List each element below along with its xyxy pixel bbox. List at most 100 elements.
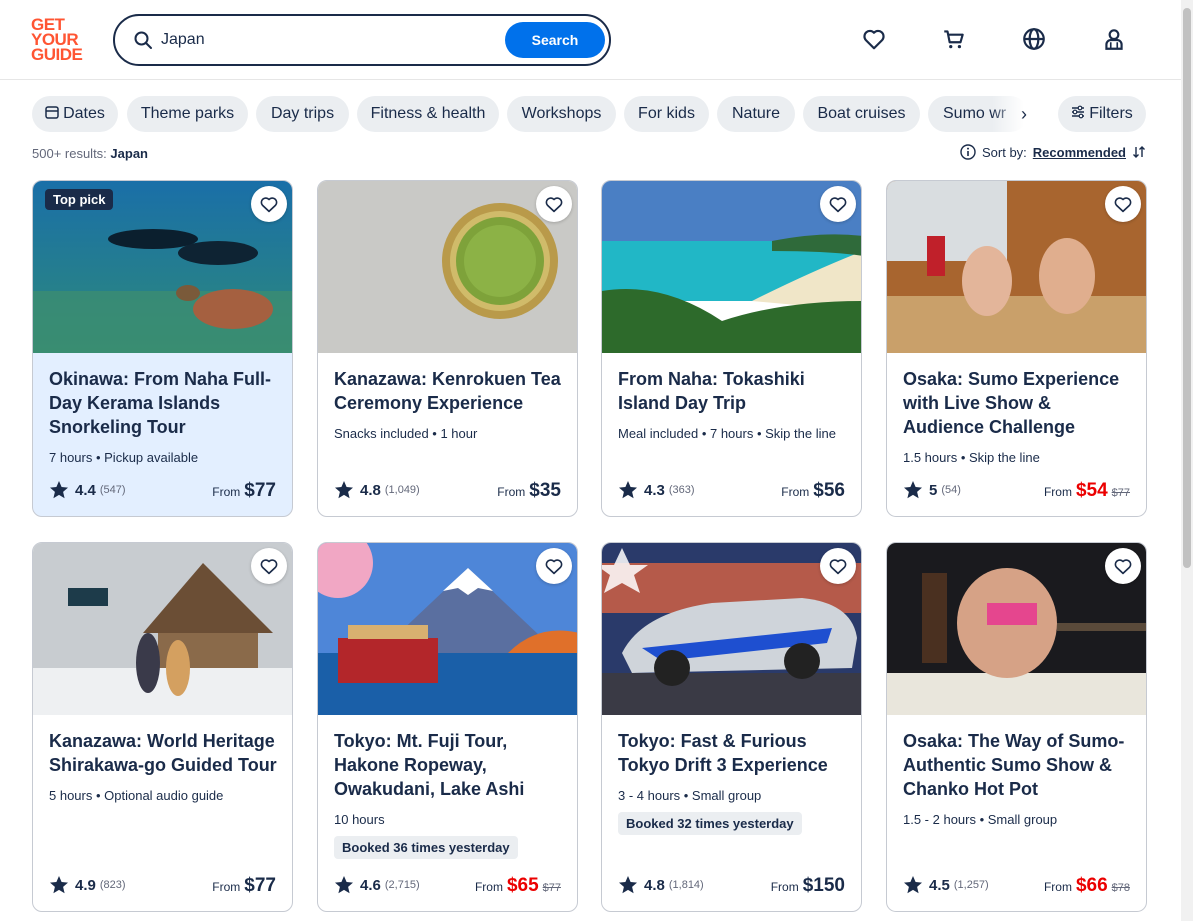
- activity-title[interactable]: Tokyo: Mt. Fuji Tour, Hakone Ropeway, Ow…: [334, 729, 564, 801]
- chip-label: Fitness & health: [370, 105, 486, 122]
- activity-card[interactable]: From Naha: Tokashiki Island Day Trip Mea…: [601, 180, 862, 517]
- star-icon: [904, 481, 922, 499]
- price-amount: $66: [1075, 875, 1108, 896]
- chip-label: Nature: [731, 105, 781, 122]
- filters-button[interactable]: Filters: [1058, 96, 1146, 132]
- price-amount: $56: [813, 480, 845, 501]
- review-count: (363): [668, 484, 695, 496]
- activity-card[interactable]: Top pick Okinawa: From Naha Full-Day Ker…: [32, 180, 293, 517]
- original-price: $77: [542, 882, 561, 894]
- activity-price: From $150: [771, 875, 845, 897]
- price-from: From: [1043, 880, 1072, 894]
- heart-icon[interactable]: [861, 26, 887, 52]
- booked-badge: Booked 36 times yesterday: [334, 836, 518, 859]
- heart-icon: [1114, 197, 1132, 213]
- activity-meta: Snacks included • 1 hour: [334, 426, 478, 441]
- chip-label: Theme parks: [140, 105, 235, 122]
- rating-score: 4.3: [644, 481, 665, 499]
- chevron-right-icon[interactable]: ›: [1012, 96, 1036, 132]
- activity-title[interactable]: Kanazawa: Kenrokuen Tea Ceremony Experie…: [334, 367, 564, 415]
- review-count: (1,049): [384, 484, 420, 496]
- activity-title[interactable]: From Naha: Tokashiki Island Day Trip: [618, 367, 848, 415]
- sort-label: Sort by:: [982, 144, 1027, 160]
- chip-theme-parks[interactable]: Theme parks: [127, 96, 248, 132]
- chip-day-trips[interactable]: Day trips: [256, 96, 349, 132]
- booked-badge: Booked 32 times yesterday: [618, 812, 802, 835]
- wishlist-button[interactable]: [820, 548, 856, 584]
- rating-score: 4.5: [929, 876, 950, 894]
- activity-price: From $77: [212, 480, 276, 502]
- original-price: $77: [1111, 487, 1130, 499]
- sort-arrows-icon[interactable]: [1132, 145, 1146, 159]
- activity-price: From $56: [781, 480, 845, 502]
- search-bar: Search: [113, 14, 611, 66]
- activity-title[interactable]: Okinawa: From Naha Full-Day Kerama Islan…: [49, 367, 279, 439]
- review-count: (2,715): [384, 879, 420, 891]
- chip-nature[interactable]: Nature: [717, 96, 795, 132]
- wishlist-button[interactable]: [251, 186, 287, 222]
- star-icon: [50, 481, 68, 499]
- activity-meta: 3 - 4 hours • Small group: [618, 788, 762, 803]
- chip-label: Workshops: [521, 105, 602, 122]
- activity-card[interactable]: Tokyo: Mt. Fuji Tour, Hakone Ropeway, Ow…: [317, 542, 578, 912]
- wishlist-button[interactable]: [820, 186, 856, 222]
- activity-rating: 4.4 (547): [49, 480, 126, 500]
- wishlist-button[interactable]: [1105, 548, 1141, 584]
- heart-icon: [260, 559, 278, 575]
- search-icon: [134, 31, 152, 49]
- rating-score: 4.6: [360, 876, 381, 894]
- top-pick-badge: Top pick: [45, 189, 114, 210]
- wishlist-button[interactable]: [536, 186, 572, 222]
- activity-rating: 4.8 (1,814): [618, 875, 704, 895]
- rating-score: 4.9: [75, 876, 96, 894]
- chip-fitness-health[interactable]: Fitness & health: [357, 96, 499, 132]
- chip-for-kids[interactable]: For kids: [624, 96, 709, 132]
- heart-icon: [545, 559, 563, 575]
- star-icon: [335, 481, 353, 499]
- activity-title[interactable]: Tokyo: Fast & Furious Tokyo Drift 3 Expe…: [618, 729, 848, 777]
- sort-value[interactable]: Recommended: [1033, 145, 1126, 160]
- star-icon: [619, 481, 637, 499]
- price-amount: $77: [244, 875, 276, 896]
- results-query: Japan: [110, 146, 148, 161]
- rating-score: 4.8: [360, 481, 381, 499]
- activity-title[interactable]: Osaka: The Way of Sumo-Authentic Sumo Sh…: [903, 729, 1133, 801]
- chip-boat-cruises[interactable]: Boat cruises: [803, 96, 920, 132]
- activity-title[interactable]: Kanazawa: World Heritage Shirakawa-go Gu…: [49, 729, 279, 777]
- heart-icon: [260, 197, 278, 213]
- activity-card[interactable]: Kanazawa: World Heritage Shirakawa-go Gu…: [32, 542, 293, 912]
- info-icon[interactable]: [960, 144, 976, 160]
- scrollbar-thumb[interactable]: [1183, 8, 1191, 568]
- profile-icon[interactable]: [1101, 26, 1127, 52]
- chip-dates[interactable]: Dates: [32, 96, 118, 132]
- activity-price: From $65 $77: [475, 875, 561, 897]
- original-price: $78: [1111, 882, 1130, 894]
- wishlist-button[interactable]: [251, 548, 287, 584]
- getyourguide-logo[interactable]: GET YOUR GUIDE: [31, 16, 91, 64]
- price-from: From: [212, 880, 241, 894]
- cart-icon[interactable]: [941, 26, 967, 52]
- activity-card[interactable]: Osaka: The Way of Sumo-Authentic Sumo Sh…: [886, 542, 1147, 912]
- activity-rating: 4.6 (2,715): [334, 875, 420, 895]
- activity-meta: 5 hours • Optional audio guide: [49, 788, 224, 803]
- price-amount: $54: [1075, 480, 1108, 501]
- price-amount: $150: [802, 875, 845, 896]
- activity-card[interactable]: Osaka: Sumo Experience with Live Show & …: [886, 180, 1147, 517]
- search-button[interactable]: Search: [505, 22, 605, 58]
- globe-icon[interactable]: [1021, 26, 1047, 52]
- activity-meta: 1.5 hours • Skip the line: [903, 450, 1040, 465]
- wishlist-button[interactable]: [1105, 186, 1141, 222]
- activity-price: From $66 $78: [1044, 875, 1130, 897]
- sort-control[interactable]: Sort by: Recommended: [960, 144, 1146, 160]
- activity-card[interactable]: Kanazawa: Kenrokuen Tea Ceremony Experie…: [317, 180, 578, 517]
- chip-workshops[interactable]: Workshops: [507, 96, 616, 132]
- logo-line-3: GUIDE: [31, 45, 83, 64]
- page-scrollbar[interactable]: [1181, 0, 1193, 921]
- activity-price: From $77: [212, 875, 276, 897]
- activity-rating: 4.3 (363): [618, 480, 695, 500]
- price-from: From: [1043, 485, 1072, 499]
- activity-title[interactable]: Osaka: Sumo Experience with Live Show & …: [903, 367, 1133, 439]
- activity-card[interactable]: Tokyo: Fast & Furious Tokyo Drift 3 Expe…: [601, 542, 862, 912]
- search-input[interactable]: [161, 25, 501, 55]
- wishlist-button[interactable]: [536, 548, 572, 584]
